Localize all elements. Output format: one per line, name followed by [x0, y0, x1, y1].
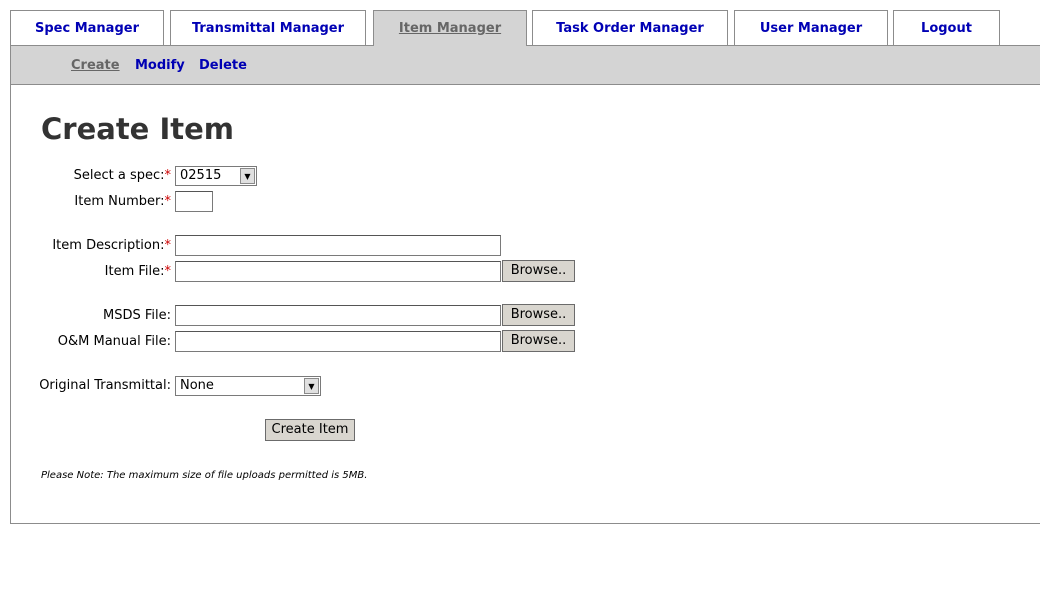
- item-file-input[interactable]: [175, 261, 501, 282]
- required-marker: *: [164, 194, 172, 209]
- spec-select-value: 02515: [180, 168, 222, 183]
- msds-file-input[interactable]: [175, 305, 501, 326]
- tab-item-manager[interactable]: Item Manager: [373, 10, 527, 46]
- item-file-label: Item File:*: [11, 264, 171, 279]
- spec-select[interactable]: 02515 ▼: [175, 166, 257, 186]
- msds-file-browse-button[interactable]: Browse..: [502, 304, 575, 326]
- tab-task-order-manager[interactable]: Task Order Manager: [532, 10, 728, 45]
- tab-user-manager[interactable]: User Manager: [734, 10, 888, 45]
- original-transmittal-select[interactable]: None ▼: [175, 376, 321, 396]
- sub-navigation: Create Modify Delete: [10, 45, 1040, 85]
- om-manual-file-input[interactable]: [175, 331, 501, 352]
- om-manual-browse-button[interactable]: Browse..: [502, 330, 575, 352]
- item-number-label: Item Number:*: [11, 194, 171, 209]
- required-marker: *: [164, 264, 172, 279]
- original-transmittal-value: None: [180, 378, 214, 393]
- item-file-label-text: Item File:: [104, 264, 165, 279]
- upload-size-note: Please Note: The maximum size of file up…: [41, 470, 368, 481]
- tab-logout[interactable]: Logout: [893, 10, 1000, 45]
- tab-spec-manager[interactable]: Spec Manager: [10, 10, 164, 45]
- msds-file-label: MSDS File:: [103, 308, 171, 323]
- item-description-label-text: Item Description:: [52, 238, 165, 253]
- item-description-input[interactable]: [175, 235, 501, 256]
- subnav-create[interactable]: Create: [71, 58, 120, 73]
- item-number-label-text: Item Number:: [74, 194, 165, 209]
- item-file-browse-button[interactable]: Browse..: [502, 260, 575, 282]
- required-marker: *: [164, 168, 172, 183]
- subnav-delete[interactable]: Delete: [199, 58, 247, 73]
- create-item-button[interactable]: Create Item: [265, 419, 355, 441]
- chevron-down-icon: ▼: [304, 378, 319, 394]
- page-title: Create Item: [41, 112, 234, 146]
- spec-label-text: Select a spec:: [73, 168, 165, 183]
- content-panel: Create Item Select a spec:* 02515 ▼ Item…: [10, 85, 1040, 524]
- om-manual-label: O&M Manual File:: [57, 334, 171, 349]
- item-number-input[interactable]: [175, 191, 213, 212]
- spec-label: Select a spec:*: [11, 168, 171, 183]
- chevron-down-icon: ▼: [240, 168, 255, 184]
- subnav-modify[interactable]: Modify: [135, 58, 185, 73]
- tab-transmittal-manager[interactable]: Transmittal Manager: [170, 10, 366, 45]
- original-transmittal-label: Original Transmittal:: [39, 378, 171, 393]
- required-marker: *: [164, 238, 172, 253]
- item-description-label: Item Description:*: [11, 238, 171, 253]
